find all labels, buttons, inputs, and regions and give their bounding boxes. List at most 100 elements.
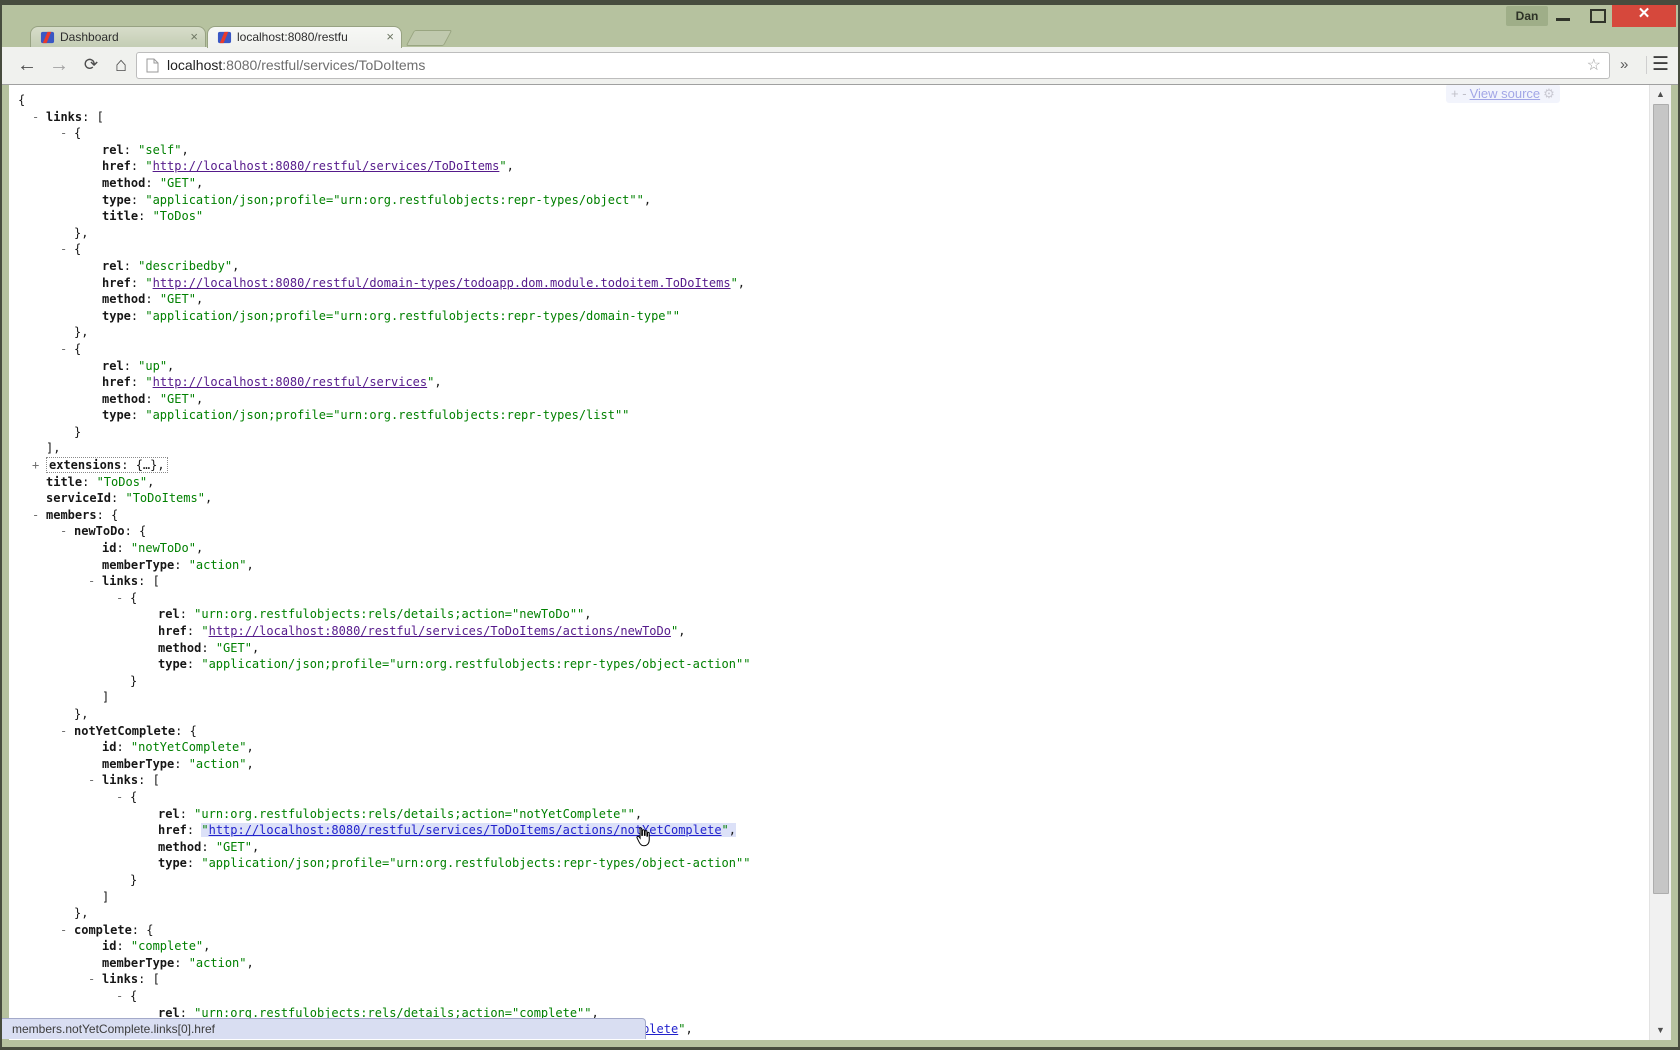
collapse-toggle[interactable]: - bbox=[88, 772, 95, 789]
json-line: href: "http://localhost:8080/restful/ser… bbox=[9, 623, 1639, 640]
json-href-link[interactable]: http://localhost:8080/restful/domain-typ… bbox=[153, 276, 731, 290]
json-line: } bbox=[9, 673, 1639, 690]
json-line: ] bbox=[9, 689, 1639, 706]
json-line: -links: [ bbox=[9, 109, 1639, 126]
bookmark-star-icon[interactable]: ☆ bbox=[1587, 53, 1601, 78]
collapse-toggle[interactable]: - bbox=[116, 789, 123, 806]
json-string: "describedby" bbox=[138, 259, 232, 273]
json-string: "ToDoItems" bbox=[125, 491, 204, 505]
extensions-overflow-icon[interactable]: » bbox=[1620, 53, 1628, 77]
json-key: links bbox=[102, 773, 138, 787]
collapse-toggle[interactable]: - bbox=[60, 523, 67, 540]
json-punct: , bbox=[247, 757, 254, 771]
json-key: href bbox=[158, 624, 187, 638]
collapse-toggle[interactable]: - bbox=[60, 341, 67, 358]
home-button[interactable]: ⌂ bbox=[106, 50, 136, 80]
json-line: id: "complete", bbox=[9, 938, 1639, 955]
json-punct: , bbox=[167, 359, 174, 373]
json-string: "GET" bbox=[216, 641, 252, 655]
json-key: type bbox=[102, 309, 131, 323]
collapse-toggle[interactable]: - bbox=[116, 590, 123, 607]
json-punct: : [ bbox=[82, 110, 104, 124]
json-punct: , bbox=[252, 840, 259, 854]
json-href-link[interactable]: http://localhost:8080/restful/services/T… bbox=[209, 624, 671, 638]
collapse-toggle[interactable]: - bbox=[32, 109, 39, 126]
json-line: rel: "urn:org.restfulobjects:rels/detail… bbox=[9, 606, 1639, 623]
address-bar[interactable]: localhost:8080/restful/services/ToDoItem… bbox=[136, 52, 1610, 79]
json-key: method bbox=[102, 176, 145, 190]
tab-localhost[interactable]: localhost:8080/restfu × bbox=[207, 26, 402, 48]
scrollbar-thumb[interactable] bbox=[1653, 104, 1669, 894]
json-key: method bbox=[102, 392, 145, 406]
json-punct: { bbox=[74, 126, 81, 140]
expand-toggle[interactable]: + bbox=[32, 457, 39, 474]
json-key: newToDo bbox=[74, 524, 125, 538]
scroll-up-arrow-icon[interactable]: ▲ bbox=[1650, 86, 1671, 102]
json-string: "application/json;profile="urn:org.restf… bbox=[201, 856, 750, 870]
json-key: href bbox=[102, 375, 131, 389]
new-tab-button[interactable] bbox=[406, 30, 453, 46]
json-line: type: "application/json;profile="urn:org… bbox=[9, 407, 1639, 424]
json-line: -links: [ bbox=[9, 573, 1639, 590]
collapse-toggle[interactable]: - bbox=[116, 988, 123, 1005]
collapse-toggle[interactable]: - bbox=[88, 971, 95, 988]
json-punct: : bbox=[145, 292, 159, 306]
forward-button[interactable]: → bbox=[44, 50, 74, 80]
json-string: "GET" bbox=[160, 292, 196, 306]
collapsed-node-outline[interactable]: extensions: {…}, bbox=[46, 457, 168, 473]
json-key: type bbox=[102, 193, 131, 207]
page-icon bbox=[146, 58, 159, 78]
json-href-link[interactable]: http://localhost:8080/restful/services/T… bbox=[153, 159, 500, 173]
json-string: " bbox=[499, 159, 506, 173]
json-line: ] bbox=[9, 889, 1639, 906]
json-punct: : bbox=[187, 657, 201, 671]
collapse-toggle[interactable]: - bbox=[60, 922, 67, 939]
json-punct: { bbox=[74, 342, 81, 356]
json-line: -{ bbox=[9, 241, 1639, 258]
json-line: -{ bbox=[9, 988, 1639, 1005]
json-key: title bbox=[46, 475, 82, 489]
collapse-toggle[interactable]: - bbox=[60, 241, 67, 258]
json-string: "application/json;profile="urn:org.restf… bbox=[201, 657, 750, 671]
json-key: memberType bbox=[102, 757, 174, 771]
json-punct: ] bbox=[102, 690, 109, 704]
json-punct: { bbox=[130, 591, 137, 605]
tab-dashboard[interactable]: Dashboard × bbox=[30, 26, 206, 48]
json-line: rel: "up", bbox=[9, 358, 1639, 375]
json-punct: { bbox=[18, 93, 25, 107]
json-punct: , bbox=[203, 939, 210, 953]
json-line: -members: { bbox=[9, 507, 1639, 524]
json-punct: , bbox=[247, 956, 254, 970]
json-punct: }, bbox=[74, 226, 88, 240]
json-punct: : [ bbox=[138, 972, 160, 986]
json-string: " bbox=[201, 624, 208, 638]
menu-hamburger-icon[interactable]: ☰ bbox=[1652, 51, 1669, 79]
collapse-toggle[interactable]: - bbox=[60, 723, 67, 740]
reload-button[interactable]: ⟳ bbox=[76, 50, 106, 80]
json-key: rel bbox=[158, 807, 180, 821]
json-key: title bbox=[102, 209, 138, 223]
minimize-button[interactable] bbox=[1548, 5, 1578, 26]
maximize-icon bbox=[1590, 9, 1606, 23]
json-line: href: "http://localhost:8080/restful/ser… bbox=[9, 158, 1639, 175]
json-punct: : {…}, bbox=[121, 458, 164, 472]
collapse-toggle[interactable]: - bbox=[32, 507, 39, 524]
tab-close-icon[interactable]: × bbox=[386, 29, 394, 45]
json-string: "ToDos" bbox=[153, 209, 204, 223]
json-line: method: "GET", bbox=[9, 640, 1639, 657]
vertical-scrollbar[interactable]: ▲ ▼ bbox=[1649, 84, 1671, 1040]
maximize-button[interactable] bbox=[1582, 5, 1612, 26]
back-button[interactable]: ← bbox=[12, 50, 42, 80]
json-href-link[interactable]: http://localhost:8080/restful/services bbox=[153, 375, 428, 389]
json-punct: : bbox=[131, 159, 145, 173]
collapse-toggle[interactable]: - bbox=[60, 125, 67, 142]
collapse-toggle[interactable]: - bbox=[88, 573, 95, 590]
browser-user-badge[interactable]: Dan bbox=[1506, 6, 1548, 26]
toolbar-separator bbox=[1646, 56, 1647, 74]
scroll-down-arrow-icon[interactable]: ▼ bbox=[1650, 1022, 1671, 1038]
json-key: rel bbox=[102, 259, 124, 273]
json-key: rel bbox=[158, 607, 180, 621]
json-line: memberType: "action", bbox=[9, 557, 1639, 574]
json-punct: ] bbox=[102, 890, 109, 904]
tab-close-icon[interactable]: × bbox=[190, 29, 198, 45]
